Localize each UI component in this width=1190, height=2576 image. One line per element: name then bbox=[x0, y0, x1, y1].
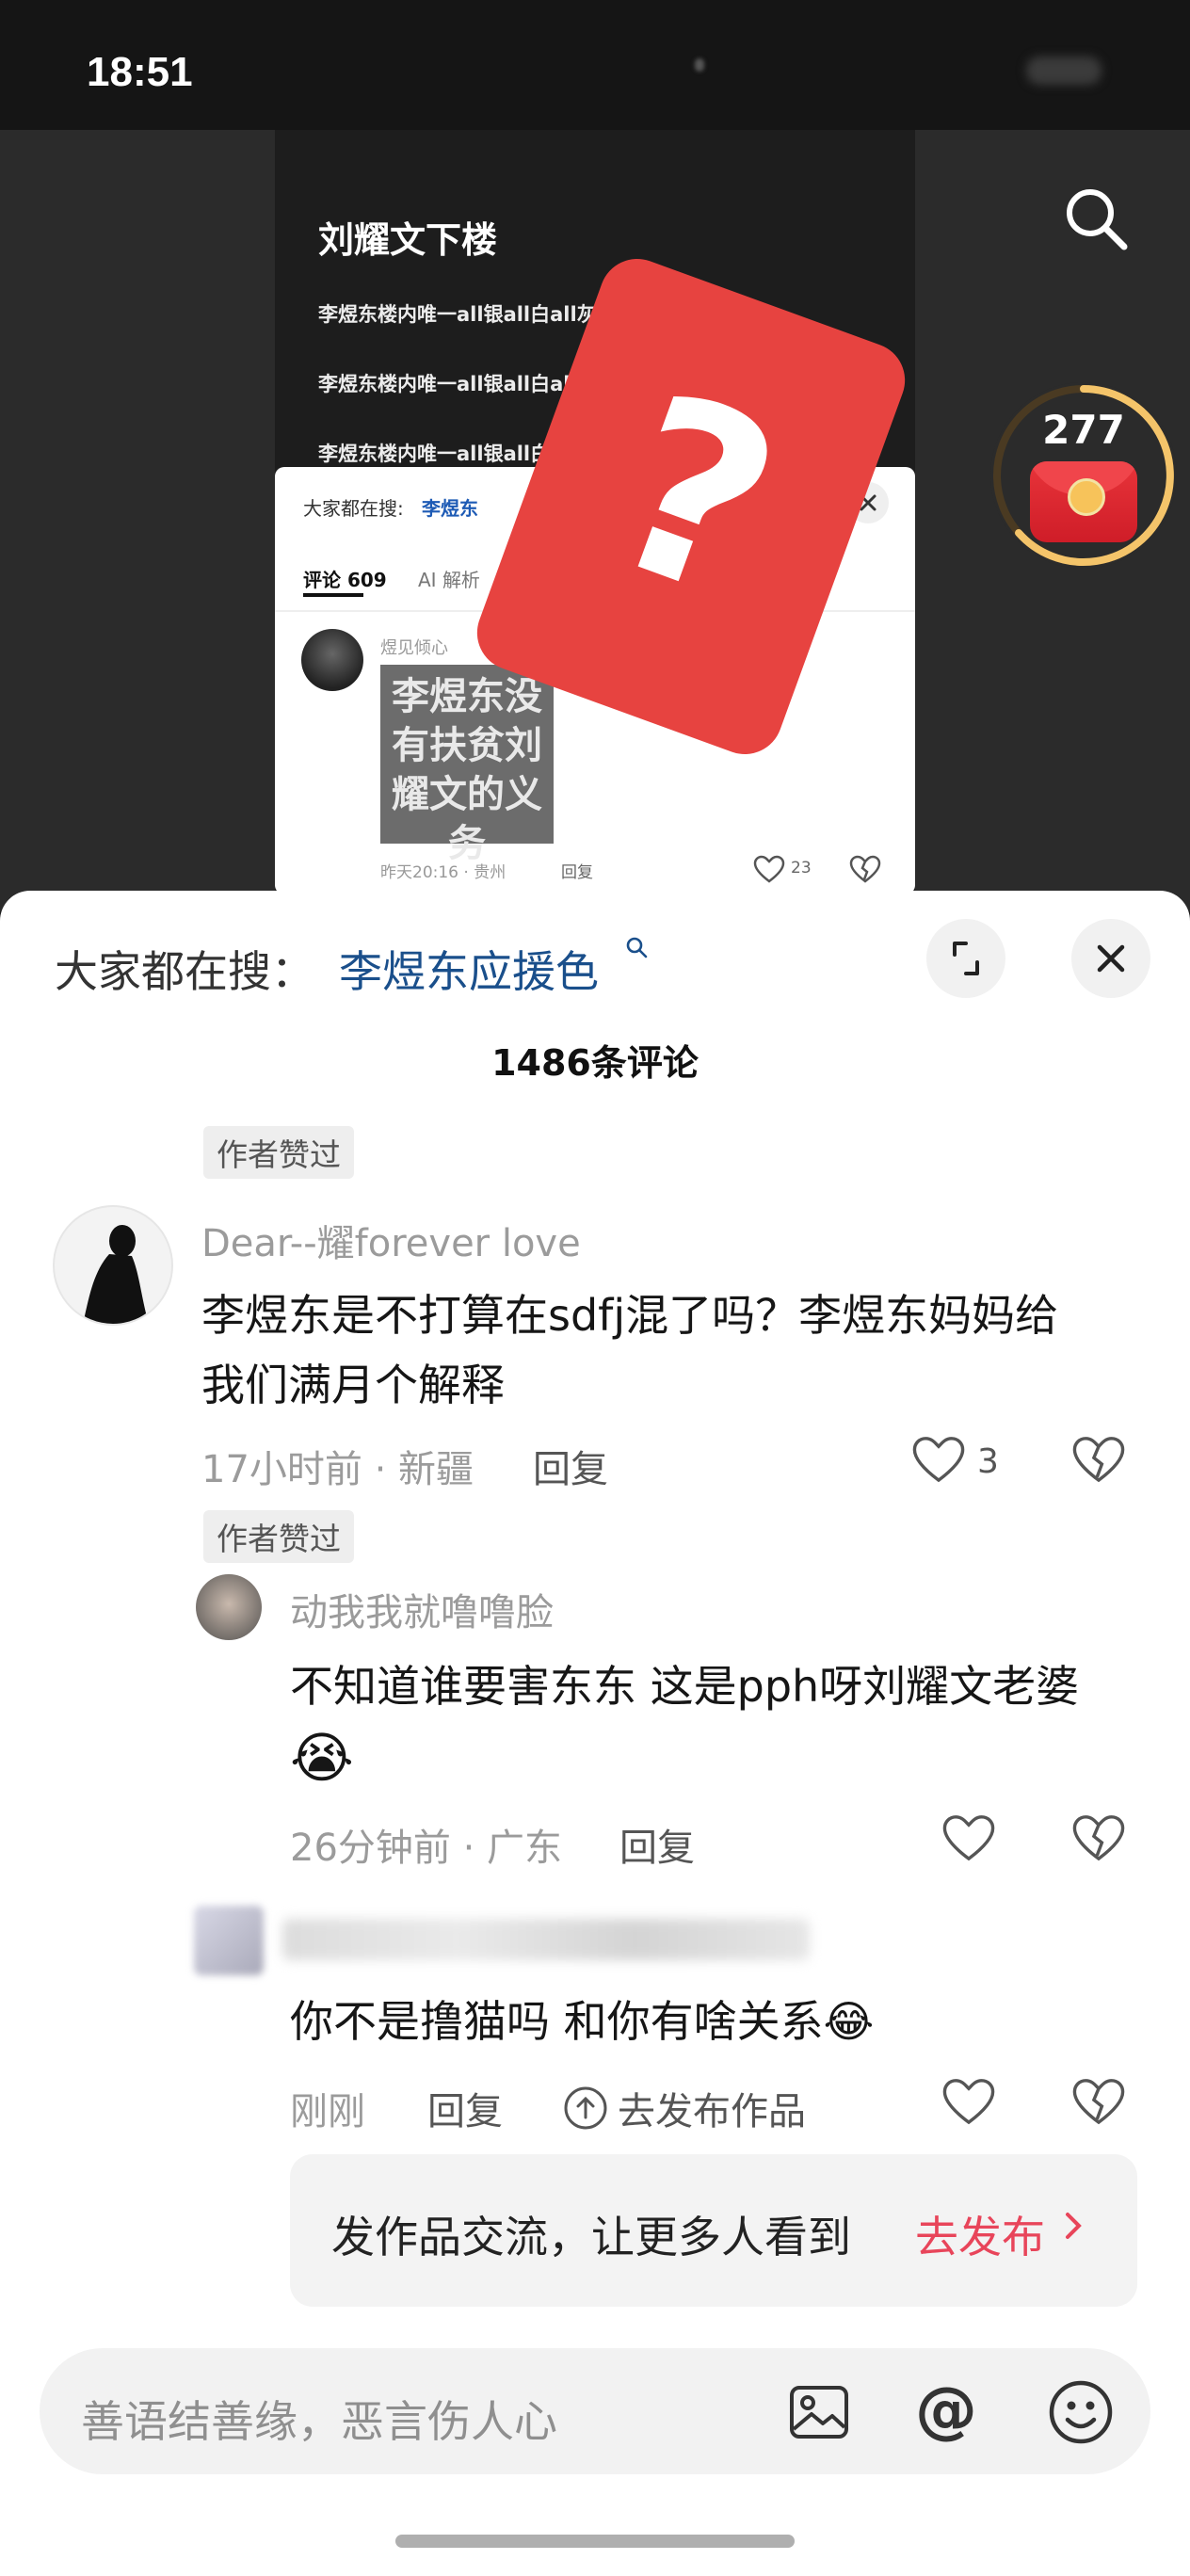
comment-text: 我们满月个解释 bbox=[201, 1360, 505, 1410]
promo-text: 发作品交流，让更多人看到 bbox=[331, 2212, 851, 2262]
comment-count: 1486条评论 bbox=[491, 1042, 699, 1084]
status-indicator bbox=[695, 58, 704, 72]
comment-input-bar[interactable]: 善语结善缘，恶言伤人心 @ bbox=[40, 2348, 1150, 2474]
comment-username[interactable]: Dear--耀forever love bbox=[201, 1213, 581, 1267]
embedded-tab-comments: 评论 609 bbox=[303, 569, 387, 591]
embedded-like-count: 23 bbox=[791, 859, 812, 877]
comment-text: 不知道谁要害东东 这是pph呀刘耀文老婆 bbox=[290, 1661, 1080, 1712]
home-indicator[interactable] bbox=[395, 2535, 795, 2548]
comment-username[interactable]: 动我我就噜噜脸 bbox=[290, 1582, 554, 1636]
dislike-button[interactable] bbox=[1071, 2077, 1126, 2126]
heart-icon bbox=[942, 1815, 995, 1861]
author-liked-badge: 作者赞过 bbox=[203, 1510, 354, 1563]
search-icon bbox=[625, 936, 650, 960]
avatar[interactable] bbox=[194, 1906, 264, 1975]
embedded-reply: 回复 bbox=[561, 863, 593, 882]
chevron-right-icon bbox=[1058, 2207, 1086, 2245]
reply-button[interactable]: 回复 bbox=[619, 1817, 695, 1872]
expand-icon bbox=[953, 942, 979, 975]
comment-meta: 26分钟前 · 广东 bbox=[290, 1827, 563, 1870]
red-packet-widget[interactable]: 277 bbox=[990, 382, 1177, 569]
embedded-image-text: 李煜东没有扶贫刘耀文的义务 bbox=[392, 675, 542, 865]
dislike-button[interactable] bbox=[1071, 1435, 1126, 1484]
close-icon bbox=[1097, 944, 1125, 973]
like-count: 3 bbox=[977, 1442, 999, 1481]
mention-icon[interactable]: @ bbox=[915, 2376, 977, 2444]
status-time: 18:51 bbox=[87, 49, 193, 95]
promo-action-link[interactable]: 去发布 bbox=[915, 2203, 1045, 2265]
comment-text: 你不是撸猫吗 和你有啥关系😂 bbox=[290, 1996, 875, 2047]
broken-heart-icon bbox=[1072, 1815, 1125, 1861]
publish-work-link[interactable]: 去发布作品 bbox=[563, 2081, 806, 2135]
avatar[interactable] bbox=[196, 1574, 262, 1640]
battery-icon bbox=[1026, 56, 1102, 85]
video-caption-line: 李煜东楼内唯一all银all白all灰 bbox=[318, 303, 597, 326]
dislike-button[interactable] bbox=[1071, 1813, 1126, 1862]
like-button[interactable] bbox=[941, 1813, 996, 1862]
embedded-tab-ai: AI 解析 bbox=[418, 569, 480, 591]
embedded-username: 煜见倾心 bbox=[380, 638, 448, 658]
comment-text: 李煜东是不打算在sdfj混了吗？李煜东妈妈给 bbox=[201, 1290, 1059, 1341]
embedded-search-label: 大家都在搜: bbox=[303, 497, 404, 520]
crying-emoji: 😭 bbox=[290, 1726, 354, 1790]
close-button[interactable] bbox=[1071, 919, 1150, 998]
embedded-image: 李煜东没有扶贫刘耀文的义务 bbox=[380, 665, 554, 865]
embedded-avatar bbox=[301, 629, 363, 691]
search-icon[interactable] bbox=[1062, 185, 1130, 252]
embedded-dislike-icon bbox=[849, 855, 881, 883]
expand-button[interactable] bbox=[926, 919, 1005, 998]
comment-input[interactable]: 善语结善缘，恶言伤人心 bbox=[81, 2388, 557, 2450]
embedded-search-term: 李煜东 bbox=[422, 497, 478, 520]
red-envelope-icon bbox=[1030, 461, 1137, 542]
like-button[interactable] bbox=[911, 1435, 966, 1484]
embedded-meta: 昨天20:16 · 贵州 bbox=[380, 863, 507, 882]
search-suggestion-link[interactable]: 李煜东应援色 bbox=[339, 938, 599, 1000]
status-bar: 18:51 bbox=[0, 0, 1190, 130]
video-caption-title: 刘耀文下楼 bbox=[318, 219, 498, 261]
video-caption-line: 李煜东楼内唯一all银all白all灰 bbox=[318, 373, 597, 395]
comment-meta: 17小时前 · 新疆 bbox=[201, 1448, 474, 1491]
heart-icon bbox=[912, 1437, 965, 1483]
embedded-heart-icon bbox=[753, 855, 785, 883]
avatar[interactable] bbox=[53, 1205, 173, 1326]
emoji-icon[interactable] bbox=[1047, 2378, 1115, 2446]
broken-heart-icon bbox=[1072, 1437, 1125, 1483]
author-liked-badge: 作者赞过 bbox=[203, 1126, 354, 1179]
image-icon[interactable] bbox=[787, 2380, 851, 2444]
publish-promo-card[interactable]: 发作品交流，让更多人看到 去发布 bbox=[290, 2154, 1137, 2307]
broken-heart-icon bbox=[1072, 2079, 1125, 2125]
reply-button[interactable]: 回复 bbox=[427, 2081, 503, 2135]
upload-icon bbox=[564, 2086, 607, 2130]
reply-button[interactable]: 回复 bbox=[533, 1439, 608, 1493]
comment-meta: 刚刚 bbox=[290, 2090, 365, 2133]
publish-work-label: 去发布作品 bbox=[618, 2090, 806, 2133]
red-packet-count: 277 bbox=[1042, 407, 1125, 453]
embedded-tab-underline bbox=[303, 593, 363, 597]
like-button[interactable] bbox=[941, 2077, 996, 2126]
comment-sheet: 大家都在搜： 李煜东应援色 1486条评论 bbox=[0, 891, 1190, 2576]
blurred-username bbox=[282, 1919, 810, 1960]
heart-icon bbox=[942, 2079, 995, 2125]
search-suggestion-label: 大家都在搜： bbox=[55, 946, 314, 997]
